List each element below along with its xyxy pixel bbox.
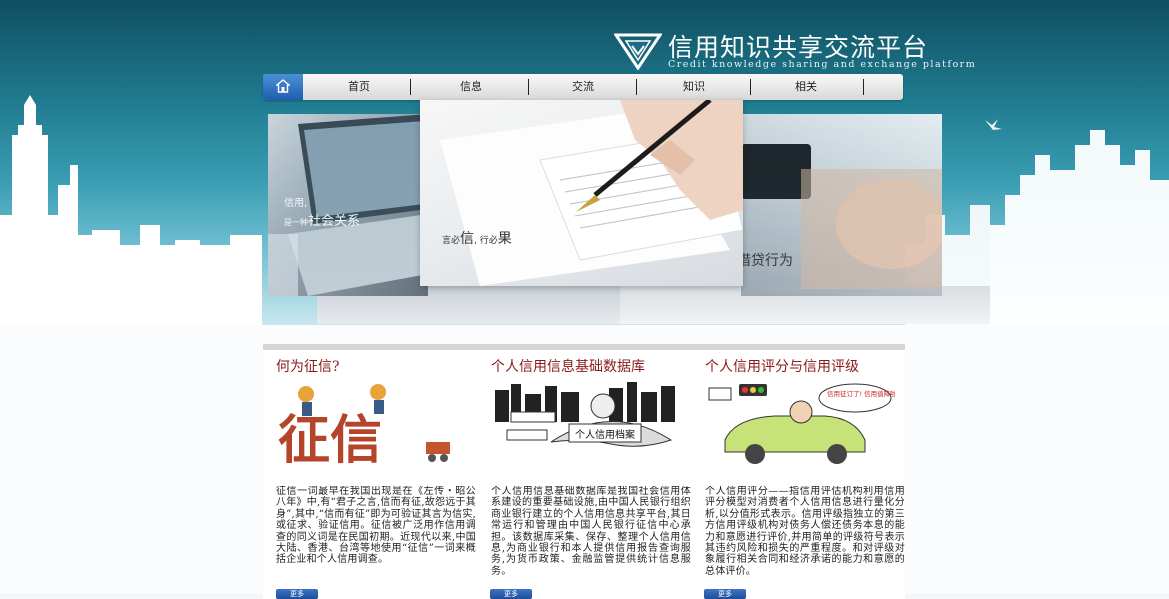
speech-bubble-text: 信用征订了! 信用值降啦! bbox=[827, 389, 895, 398]
banner-caption-card: 借贷行为 bbox=[741, 253, 793, 269]
nav-divider bbox=[528, 79, 529, 95]
banner-caption-line2: 是一种社会关系 bbox=[284, 210, 360, 229]
banner-photo-laptop[interactable]: 信用, 是一种社会关系 bbox=[268, 114, 428, 296]
article-body: 个人信用评分——指信用评估机构利用信用评分模型对消费者个人信用信息进行量化分析,… bbox=[705, 486, 905, 577]
more-button[interactable]: 更多 bbox=[490, 589, 532, 599]
credit-car-illustration: 信用征订了! 信用值降啦! bbox=[705, 382, 895, 472]
nav-item-home[interactable]: 首页 bbox=[313, 74, 405, 100]
article-image-credit-car[interactable]: 信用征订了! 信用值降啦! bbox=[705, 382, 895, 472]
banner-caption-line1: 信用, bbox=[284, 198, 308, 209]
article-image-bricks[interactable]: 征信 bbox=[276, 382, 466, 472]
article-what-is-credit-reporting: 何为征信? 征信 征信一词最早在我国出现是在《左传・昭公八年》中,有“君子之言,… bbox=[276, 358, 476, 590]
site-subtitle: Credit knowledge sharing and exchange pl… bbox=[668, 59, 977, 70]
content-panel: 何为征信? 征信 征信一词最早在我国出现是在《左传・昭公八年》中,有“君子之言,… bbox=[263, 344, 905, 599]
banner-caption-pen: 言必信, 行必果 bbox=[442, 228, 512, 248]
brick-image-text: 征信 bbox=[278, 410, 382, 471]
nav-divider bbox=[750, 79, 751, 95]
article-title: 个人信用信息基础数据库 bbox=[491, 359, 645, 375]
article-title: 何为征信? bbox=[276, 359, 340, 375]
nav-item-related[interactable]: 相关 bbox=[760, 74, 852, 100]
credit-file-label: 个人信用档案 bbox=[575, 428, 635, 441]
article-body: 个人信用信息基础数据库是我国社会信用体系建设的重要基础设施,由中国人民银行组织商… bbox=[491, 486, 691, 577]
nav-divider bbox=[636, 79, 637, 95]
site-logo[interactable]: 信用知识共享交流平台 Credit knowledge sharing and … bbox=[614, 30, 977, 76]
nav-divider bbox=[863, 79, 864, 95]
more-button[interactable]: 更多 bbox=[704, 589, 746, 599]
nav-item-exchange[interactable]: 交流 bbox=[537, 74, 629, 100]
article-personal-credit-database: 个人信用信息基础数据库 个人信用档案 个人信用信息基础数据库是我国社会信用体系建… bbox=[491, 358, 691, 590]
banner-photo-signing[interactable]: 言必信, 行必果 bbox=[420, 100, 743, 286]
caption-small-text: 言必 bbox=[442, 236, 461, 246]
caption-big-text: 信 bbox=[460, 231, 475, 247]
credit-file-illustration: 个人信用档案 bbox=[491, 382, 681, 472]
banner-photo-credit-card[interactable]: 借贷行为 bbox=[741, 114, 942, 296]
home-icon bbox=[276, 79, 290, 93]
caption-big-text: 果 bbox=[497, 231, 512, 247]
caption-small-text: 是一种 bbox=[284, 218, 308, 227]
article-body: 征信一词最早在我国出现是在《左传・昭公八年》中,有“君子之言,信而有征,故怨远于… bbox=[276, 486, 476, 566]
brick-wall-illustration: 征信 bbox=[276, 382, 466, 472]
article-title: 个人信用评分与信用评级 bbox=[705, 359, 859, 375]
nav-item-info[interactable]: 信息 bbox=[425, 74, 517, 100]
main-nav: 首页 信息 交流 知识 相关 bbox=[263, 74, 903, 100]
banner-carousel[interactable]: 信用, 是一种社会关系 借贷行为 言必信, 行必果 bbox=[263, 100, 993, 326]
signing-document-illustration bbox=[440, 100, 743, 286]
nav-home-button[interactable] bbox=[263, 74, 303, 100]
logo-triangle-icon bbox=[614, 33, 662, 70]
more-button[interactable]: 更多 bbox=[276, 589, 318, 599]
article-credit-scoring-rating: 个人信用评分与信用评级 信用征订了! 信用值降啦! 个人信用评分——指信用评估机… bbox=[705, 358, 905, 590]
caption-big-text: 社会关系 bbox=[308, 214, 361, 229]
article-image-credit-file[interactable]: 个人信用档案 bbox=[491, 382, 681, 472]
caption-small-text: , 行必 bbox=[474, 236, 498, 246]
nav-divider bbox=[410, 79, 411, 95]
nav-item-knowledge[interactable]: 知识 bbox=[648, 74, 740, 100]
